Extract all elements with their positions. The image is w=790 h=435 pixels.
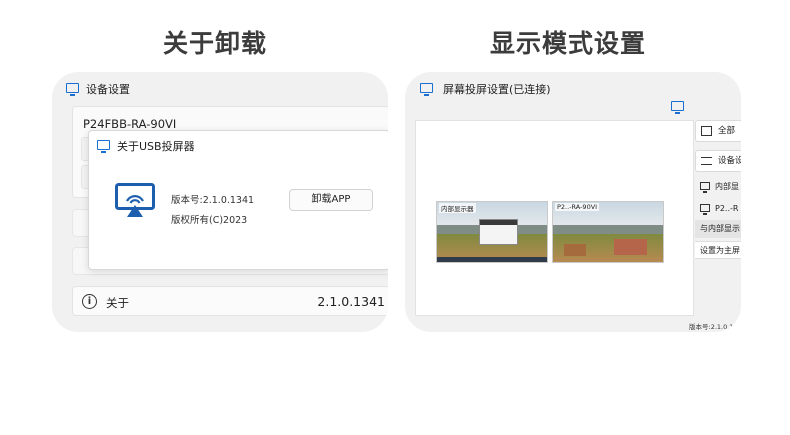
heading-about-uninstall: 关于卸载 [163, 29, 268, 58]
about-row[interactable]: i 关于 2.1.0.1341 [72, 286, 388, 316]
footer-version: 版本号:2.1.0.1 [689, 323, 734, 331]
layout-icon [701, 126, 712, 136]
monitor-icon [97, 140, 110, 153]
device-settings-window: 设备设置 P24FBB-RA-90VI ☆ ⌘ i 关于 2.1.0.1341 … [52, 72, 388, 332]
about-label: 关于 [106, 296, 129, 310]
monitor-icon [700, 204, 710, 215]
display-preview-area: 内部显示器 P2..-RA-90VI [415, 120, 694, 316]
monitor-icon [700, 182, 710, 193]
thumbnail-label: P2..-RA-90VI [555, 203, 600, 211]
about-version: 2.1.0.1341 [317, 294, 385, 309]
device-settings-button[interactable]: 设备设 [695, 150, 741, 172]
display-side-panel: 全部 设备设 内部显 P2..-R 与内部显示 设置为主屏 [695, 120, 741, 320]
window-title: 设备设置 [86, 83, 130, 96]
display-list-label: 内部显 [715, 182, 739, 191]
info-icon: i [82, 294, 97, 309]
uninstall-app-button[interactable]: 卸载APP [289, 189, 373, 211]
about-dialog: 关于USB投屏器 版本号:2.1.0.1341 版权所有(C)2023 卸载AP… [88, 130, 388, 270]
mirror-internal-option[interactable]: 与内部显示 [695, 220, 741, 238]
display-thumbnail-internal[interactable]: 内部显示器 [436, 201, 548, 263]
copyright-text: 版权所有(C)2023 [171, 215, 248, 226]
monitor-icon [420, 83, 433, 96]
window-title: 屏幕投屏设置(已连接) [443, 83, 551, 96]
cast-app-logo-icon [115, 183, 155, 217]
version-text: 版本号:2.1.0.1341 [171, 195, 255, 206]
display-list-label: P2..-R [715, 204, 739, 213]
device-settings-label: 设备设 [718, 156, 741, 166]
show-all-button[interactable]: 全部 [695, 120, 741, 142]
show-all-label: 全部 [718, 126, 736, 136]
dialog-title: 关于USB投屏器 [117, 140, 195, 153]
device-name: P24FBB-RA-90VI [83, 117, 177, 131]
set-primary-option[interactable]: 设置为主屏 [695, 241, 741, 259]
heading-display-mode: 显示模式设置 [490, 29, 647, 58]
cast-settings-window: 屏幕投屏设置(已连接) 内部显示器 P2..-RA-90VI 全部 设备设 内部… [405, 72, 741, 332]
monitor-icon [66, 83, 79, 96]
display-list-item[interactable]: 内部显 [695, 178, 741, 196]
thumbnail-label: 内部显示器 [439, 203, 476, 213]
display-thumbnail-external[interactable]: P2..-RA-90VI [552, 201, 664, 263]
display-list-item[interactable]: P2..-R [695, 200, 741, 218]
display-toggle-icon[interactable] [671, 101, 684, 114]
settings-icon [701, 157, 712, 165]
app-window-preview [478, 218, 519, 246]
